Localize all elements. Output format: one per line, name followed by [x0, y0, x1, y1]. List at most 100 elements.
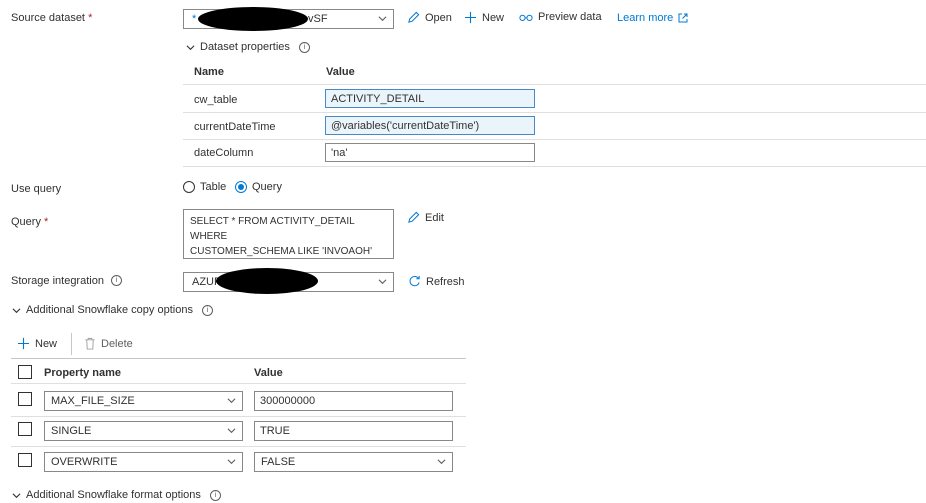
chevron-down-icon: [437, 459, 446, 465]
row-checkbox[interactable]: [18, 392, 32, 406]
new-option-button[interactable]: New: [17, 337, 57, 350]
property-value: TRUE: [260, 425, 290, 437]
radio-table[interactable]: Table: [183, 181, 226, 193]
prop-value-input[interactable]: ACTIVITY_DETAIL: [325, 89, 535, 108]
copy-options-title: Additional Snowflake copy options: [26, 304, 193, 316]
radio-circle: [183, 181, 195, 193]
required-mark: *: [44, 216, 49, 228]
property-name-dropdown[interactable]: SINGLE: [44, 421, 243, 441]
refresh-icon: [409, 275, 420, 287]
plus-icon: [17, 337, 30, 350]
prop-name: currentDateTime: [194, 121, 276, 133]
query-line: CUSTOMER_SCHEMA LIKE 'INVOAOH': [190, 246, 373, 257]
select-all-checkbox[interactable]: [18, 365, 32, 379]
property-value-input[interactable]: TRUE: [254, 421, 453, 441]
property-name-dropdown[interactable]: OVERWRITE: [44, 452, 243, 472]
property-name-dropdown[interactable]: MAX_FILE_SIZE: [44, 391, 243, 411]
property-name-value: MAX_FILE_SIZE: [51, 395, 135, 407]
format-options-title: Additional Snowflake format options: [26, 489, 201, 501]
chevron-down-icon: [378, 279, 387, 285]
edit-label: Edit: [425, 211, 444, 224]
props-col-name: Name: [194, 66, 224, 78]
property-value: FALSE: [261, 456, 296, 468]
prop-value-input[interactable]: 'na': [325, 143, 535, 162]
new-dataset-button[interactable]: New: [464, 11, 504, 24]
property-value: 300000000: [260, 395, 316, 407]
divider: [183, 84, 926, 85]
open-button[interactable]: Open: [407, 11, 452, 24]
divider: [11, 416, 466, 417]
copy-options-toggle[interactable]: Additional Snowflake copy options i: [12, 304, 213, 316]
property-value-input[interactable]: 300000000: [254, 391, 453, 411]
pencil-icon: [408, 11, 420, 23]
refresh-label: Refresh: [426, 275, 465, 288]
info-icon: i: [209, 489, 221, 501]
chevron-down-icon: [12, 492, 21, 498]
chevron-down-icon: [227, 398, 236, 404]
prop-value: ACTIVITY_DETAIL: [331, 92, 425, 105]
refresh-button[interactable]: Refresh: [408, 275, 465, 288]
new-option-label: New: [35, 337, 58, 350]
chevron-down-icon: [227, 428, 236, 434]
format-options-toggle[interactable]: Additional Snowflake format options i: [12, 489, 221, 501]
property-value-dropdown[interactable]: FALSE: [254, 452, 453, 472]
learn-more-link[interactable]: Learn more: [617, 12, 688, 24]
dataset-value-suffix: vSF: [308, 13, 328, 25]
delete-option-button[interactable]: Delete: [84, 337, 133, 350]
pencil-icon: [408, 211, 420, 223]
col-value: Value: [254, 367, 283, 379]
radio-circle-selected: [235, 181, 247, 193]
glasses-icon: [519, 14, 533, 21]
toolbar-divider: [71, 333, 72, 355]
divider: [11, 446, 466, 447]
divider: [183, 166, 926, 167]
external-link-icon: [678, 13, 688, 23]
edit-query-button[interactable]: Edit: [407, 211, 444, 224]
radio-query[interactable]: Query: [235, 181, 282, 193]
radio-table-label: Table: [200, 181, 227, 193]
dataset-properties-toggle[interactable]: Dataset properties i: [186, 41, 310, 53]
row-checkbox[interactable]: [18, 422, 32, 436]
delete-option-label: Delete: [101, 337, 133, 350]
chevron-down-icon: [12, 307, 21, 313]
source-dataset-label: Source dataset *: [11, 12, 92, 24]
prop-value: 'na': [331, 146, 348, 159]
query-label: Query *: [11, 216, 48, 228]
chevron-down-icon: [378, 16, 387, 22]
property-name-value: OVERWRITE: [51, 456, 118, 468]
redaction-mark: [216, 268, 318, 294]
info-icon: i: [298, 41, 310, 53]
learn-more-label: Learn more: [617, 12, 674, 24]
source-dataset-dropdown[interactable]: * vSF: [183, 7, 394, 31]
info-icon: i: [201, 304, 213, 316]
use-query-label: Use query: [11, 183, 62, 195]
prop-value-input[interactable]: @variables('currentDateTime'): [325, 116, 535, 135]
col-property-name: Property name: [44, 367, 122, 379]
source-dataset-label-text: Source dataset: [11, 12, 85, 24]
storage-integration-label-text: Storage integration: [11, 275, 104, 287]
required-mark: *: [88, 12, 93, 24]
storage-integration-dropdown[interactable]: AZUR: [183, 268, 394, 294]
redaction-mark: [198, 7, 308, 31]
query-textarea[interactable]: SELECT * FROM ACTIVITY_DETAIL WHERE CUST…: [183, 209, 394, 259]
chevron-down-icon: [186, 44, 195, 50]
divider: [183, 139, 926, 140]
divider: [183, 112, 926, 113]
prop-name: cw_table: [194, 94, 238, 106]
divider: [11, 358, 466, 359]
info-icon: i: [111, 275, 123, 286]
props-col-value: Value: [326, 66, 355, 78]
dataset-value-prefix: *: [192, 13, 197, 25]
divider: [11, 383, 466, 384]
property-name-value: SINGLE: [51, 425, 92, 437]
dataset-properties-title: Dataset properties: [200, 41, 290, 53]
preview-data-button[interactable]: Preview data: [519, 11, 602, 23]
query-label-text: Query: [11, 216, 41, 228]
row-checkbox[interactable]: [18, 453, 32, 467]
radio-query-label: Query: [252, 181, 282, 193]
prop-name: dateColumn: [194, 147, 254, 159]
plus-icon: [464, 11, 477, 24]
preview-label: Preview data: [538, 11, 602, 23]
query-line: SELECT * FROM ACTIVITY_DETAIL WHERE: [190, 216, 355, 242]
prop-value: @variables('currentDateTime'): [331, 119, 480, 132]
